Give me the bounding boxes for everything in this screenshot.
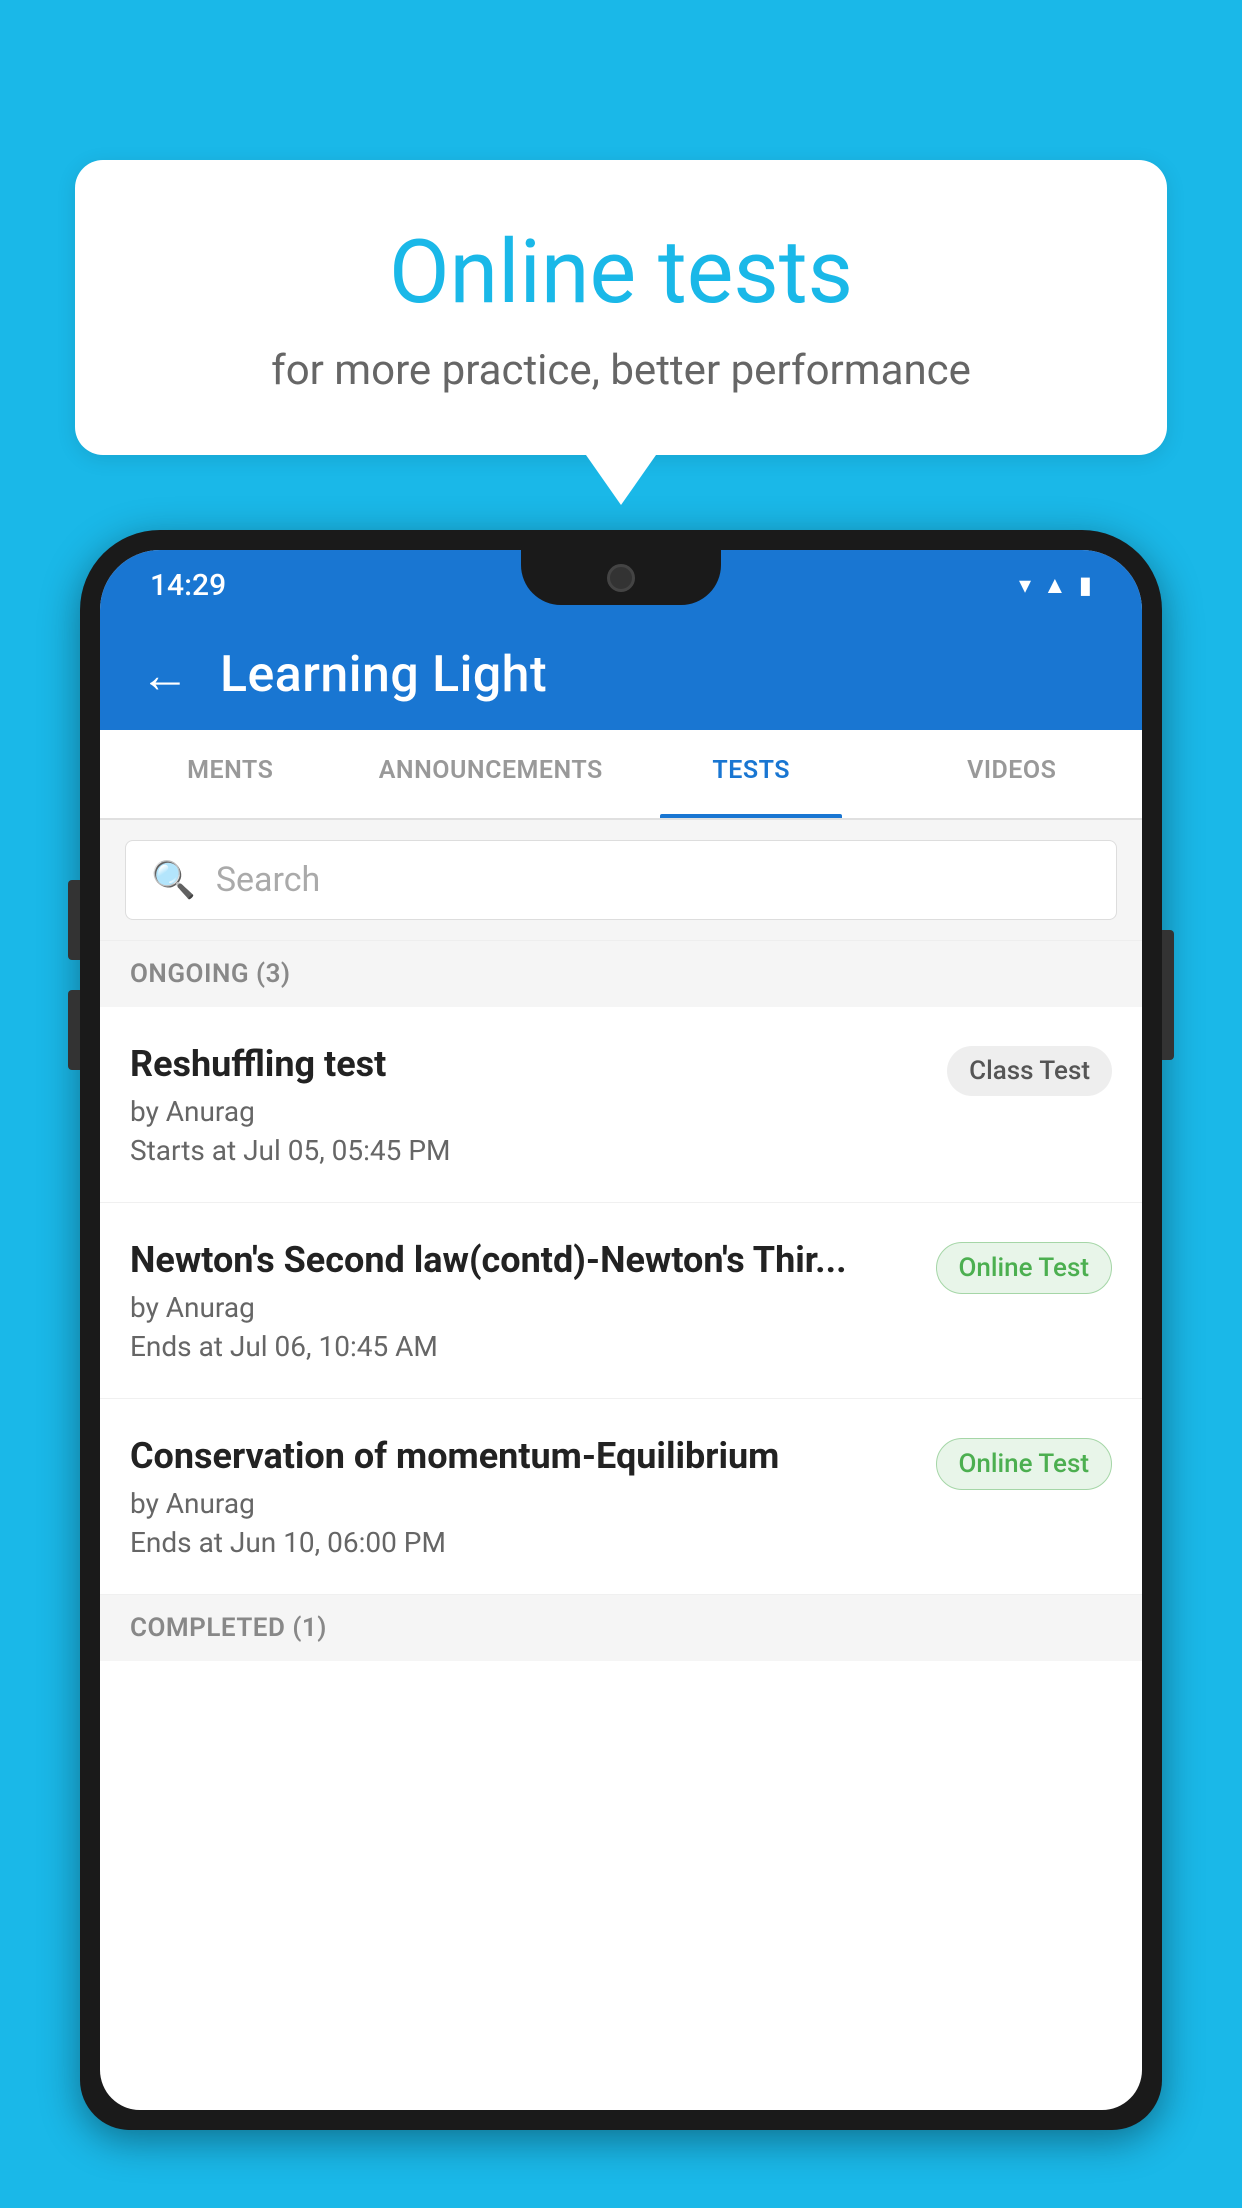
speech-bubble-arrow [586,455,656,505]
tab-videos[interactable]: VIDEOS [882,730,1143,818]
status-bar: 14:29 ▾ ▲ ▮ [100,550,1142,620]
tabs-container: MENTS ANNOUNCEMENTS TESTS VIDEOS [100,730,1142,820]
tab-tests[interactable]: TESTS [621,730,882,818]
battery-icon: ▮ [1079,571,1092,599]
wifi-icon: ▾ [1019,571,1031,599]
speech-bubble: Online tests for more practice, better p… [75,160,1167,455]
test-item-author: by Anurag [130,1487,916,1520]
notch [521,550,721,605]
search-input-wrapper[interactable]: 🔍 Search [125,840,1117,920]
test-item-title: Newton's Second law(contd)-Newton's Thir… [130,1238,916,1283]
test-item[interactable]: Reshuffling test by Anurag Starts at Jul… [100,1007,1142,1203]
status-time: 14:29 [150,568,226,603]
test-item-author: by Anurag [130,1095,927,1128]
app-bar: ← Learning Light [100,620,1142,730]
speech-bubble-container: Online tests for more practice, better p… [75,160,1167,505]
volume-down-button [68,990,80,1070]
status-icons: ▾ ▲ ▮ [1019,571,1092,600]
back-button[interactable]: ← [140,646,190,705]
search-input[interactable]: Search [216,860,320,900]
camera [607,564,635,592]
phone-screen: 14:29 ▾ ▲ ▮ ← Learning Light MENTS [100,550,1142,2110]
tab-ments[interactable]: MENTS [100,730,361,818]
test-item[interactable]: Newton's Second law(contd)-Newton's Thir… [100,1203,1142,1399]
test-item-date: Ends at Jul 06, 10:45 AM [130,1330,916,1363]
signal-icon: ▲ [1043,571,1067,600]
test-item-author: by Anurag [130,1291,916,1324]
test-item-date: Ends at Jun 10, 06:00 PM [130,1526,916,1559]
completed-section-header: COMPLETED (1) [100,1595,1142,1661]
tab-announcements[interactable]: ANNOUNCEMENTS [361,730,622,818]
test-item-title: Conservation of momentum-Equilibrium [130,1434,916,1479]
test-item-date: Starts at Jul 05, 05:45 PM [130,1134,927,1167]
search-icon: 🔍 [151,859,196,901]
test-badge-online: Online Test [936,1438,1113,1490]
test-item[interactable]: Conservation of momentum-Equilibrium by … [100,1399,1142,1595]
ongoing-section-header: ONGOING (3) [100,941,1142,1007]
test-item-title: Reshuffling test [130,1042,927,1087]
test-item-content: Conservation of momentum-Equilibrium by … [130,1434,916,1559]
phone-frame: 14:29 ▾ ▲ ▮ ← Learning Light MENTS [80,530,1162,2130]
power-button [1162,930,1174,1060]
search-container: 🔍 Search [100,820,1142,941]
test-item-content: Newton's Second law(contd)-Newton's Thir… [130,1238,916,1363]
volume-up-button [68,880,80,960]
test-badge-online: Online Test [936,1242,1113,1294]
test-badge-class: Class Test [947,1046,1112,1096]
speech-bubble-title: Online tests [135,225,1107,322]
test-item-content: Reshuffling test by Anurag Starts at Jul… [130,1042,927,1167]
phone-container: 14:29 ▾ ▲ ▮ ← Learning Light MENTS [80,530,1162,2208]
speech-bubble-subtitle: for more practice, better performance [135,346,1107,395]
app-bar-title: Learning Light [220,646,547,704]
